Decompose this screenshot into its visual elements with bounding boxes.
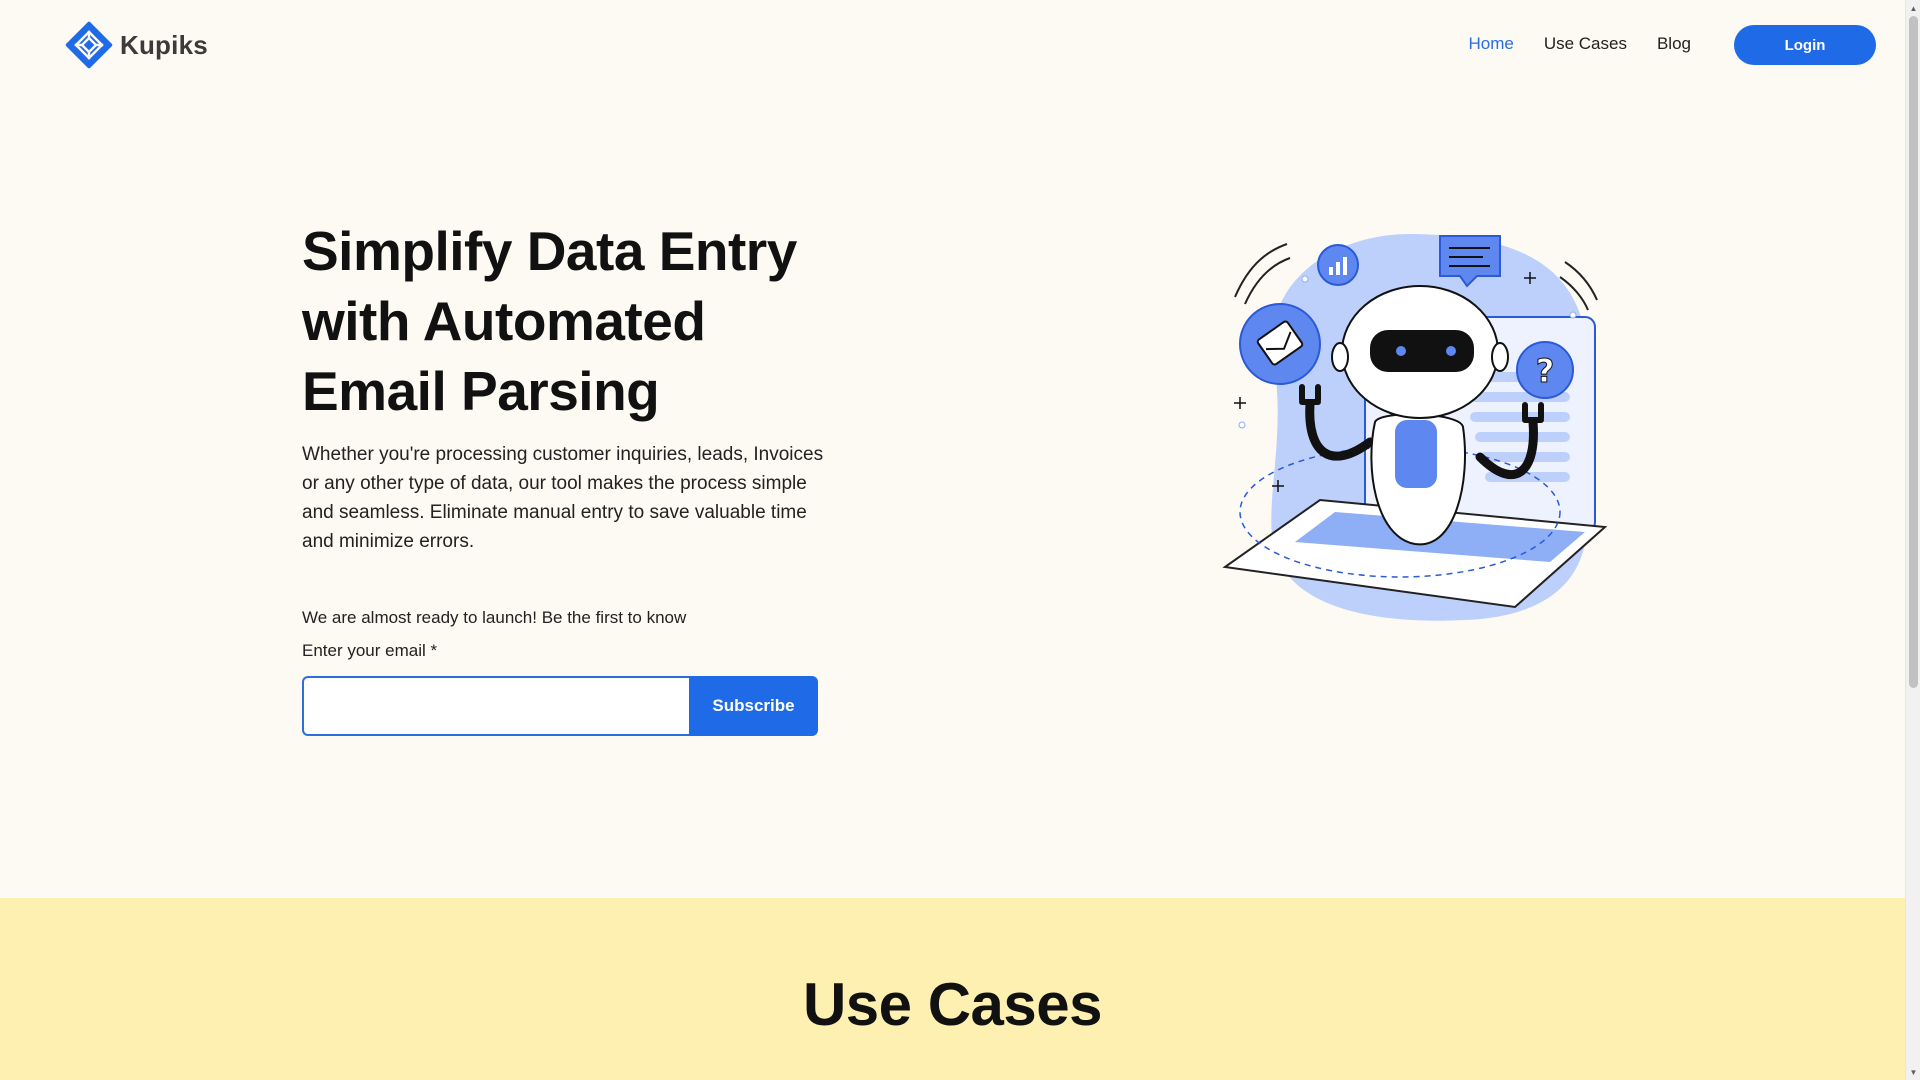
subscribe-button[interactable]: Subscribe <box>689 676 818 736</box>
svg-text:?: ? <box>1536 352 1555 390</box>
chart-bubble-icon <box>1317 244 1359 286</box>
page-scrollbar[interactable]: ▲ ▼ <box>1905 0 1920 1080</box>
launch-text: We are almost ready to launch! Be the fi… <box>302 608 687 627</box>
mail-bubble-icon <box>1239 303 1321 385</box>
robot-chest <box>1395 420 1437 488</box>
scroll-thumb[interactable] <box>1909 16 1918 688</box>
nav-blog[interactable]: Blog <box>1657 34 1691 54</box>
robot-illustration: ? <box>1222 233 1608 621</box>
logo[interactable]: Kupiks <box>64 20 208 70</box>
scroll-down-arrow-icon[interactable]: ▼ <box>1906 1064 1920 1080</box>
scroll-up-arrow-icon[interactable]: ▲ <box>1906 0 1920 16</box>
hero-title-line-1: Simplify Data Entry <box>302 220 797 282</box>
main-nav: Home Use Cases Blog <box>1468 34 1691 54</box>
arc-left <box>1234 243 1288 298</box>
nav-use-cases[interactable]: Use Cases <box>1544 34 1627 54</box>
robot-visor <box>1370 330 1474 372</box>
hero-title-line-2: with Automated <box>302 290 706 352</box>
hero-title: Simplify Data Entry with Automated Email… <box>302 216 822 426</box>
login-button[interactable]: Login <box>1734 25 1876 65</box>
hero-description: Whether you're processing customer inqui… <box>302 444 824 552</box>
hero-title-line-3: Email Parsing <box>302 360 660 422</box>
arc-left-2 <box>1244 257 1291 305</box>
page: Kupiks Home Use Cases Blog Login Simplif… <box>0 0 1905 1080</box>
use-cases-title: Use Cases <box>802 971 1103 1038</box>
subscribe-form: Subscribe <box>302 676 818 736</box>
logo-text: Kupiks <box>120 29 208 60</box>
question-bubble-icon: ? <box>1516 341 1574 399</box>
use-cases-section: Use Cases <box>0 898 1905 1080</box>
email-label: Enter your email * <box>302 641 438 660</box>
nav-home[interactable]: Home <box>1468 34 1513 54</box>
logo-mark-icon <box>65 21 113 69</box>
email-input[interactable] <box>302 676 689 736</box>
